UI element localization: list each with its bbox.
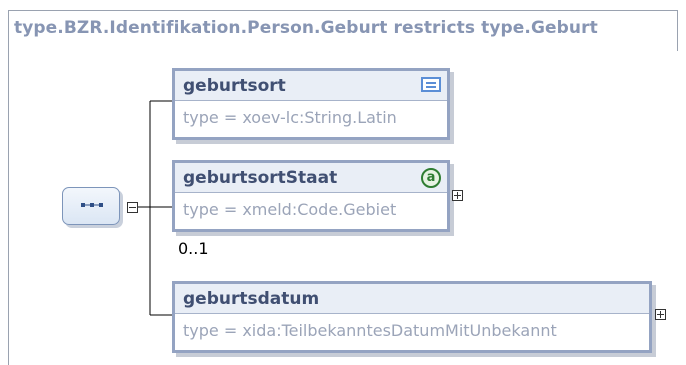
sequence-compositor[interactable] [62, 187, 120, 225]
occurrence-label: 0..1 [178, 239, 209, 258]
element-header: geburtsortStaat a [175, 163, 447, 193]
expand-plus-icon[interactable] [655, 309, 666, 320]
element-name: geburtsdatum [183, 289, 320, 309]
element-name: geburtsortStaat [183, 168, 338, 188]
element-header: geburtsdatum [175, 284, 649, 314]
element-header: geburtsort [175, 71, 447, 101]
element-geburtsortstaat[interactable]: geburtsortStaat a type = xmeld:Code.Gebi… [172, 160, 450, 232]
element-type: type = xida:TeilbekanntesDatumMitUnbekan… [183, 321, 557, 340]
element-type: type = xoev-lc:String.Latin [183, 108, 397, 127]
element-type: type = xmeld:Code.Gebiet [183, 200, 397, 219]
element-geburtsort[interactable]: geburtsort type = xoev-lc:String.Latin [172, 68, 450, 140]
sequence-icon [81, 203, 103, 207]
collapse-minus-icon[interactable] [127, 202, 138, 213]
element-name: geburtsort [183, 76, 286, 96]
documentation-icon [421, 77, 441, 92]
element-geburtsdatum[interactable]: geburtsdatum type = xida:TeilbekanntesDa… [172, 281, 652, 353]
expand-plus-icon[interactable] [452, 190, 463, 201]
attribute-icon: a [421, 168, 441, 188]
